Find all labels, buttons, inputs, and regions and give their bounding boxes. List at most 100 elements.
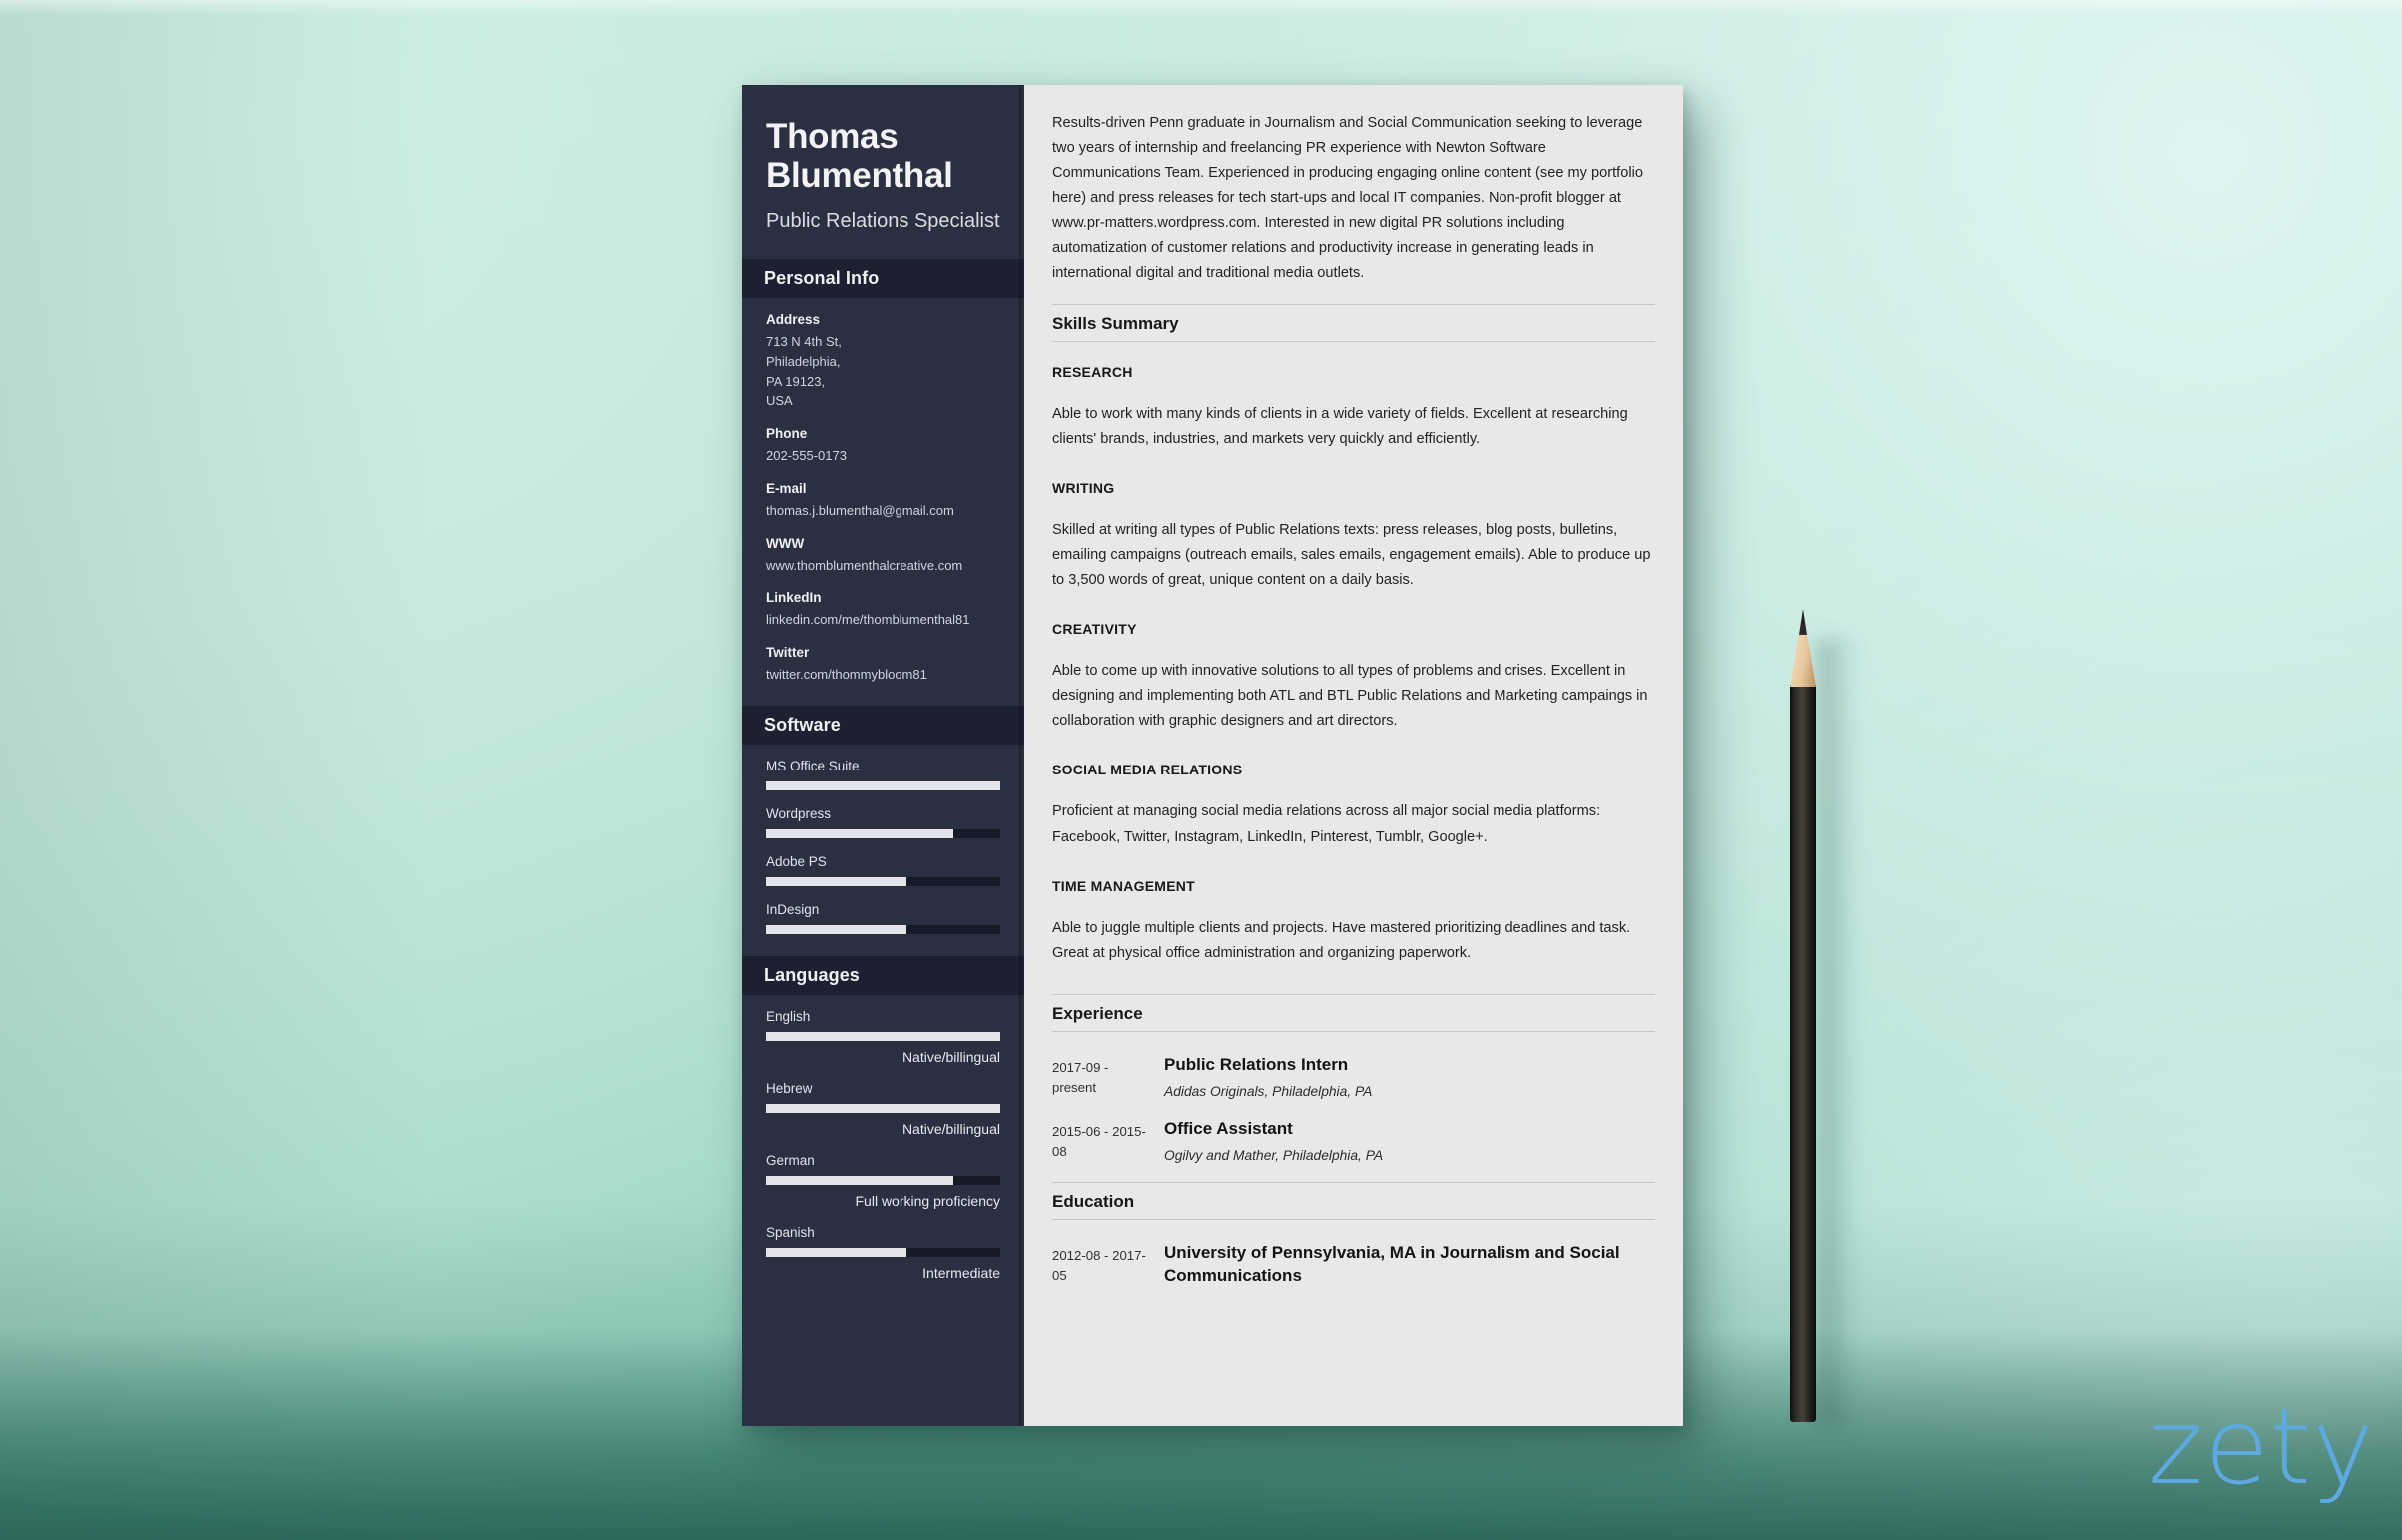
- pencil-lead: [1799, 609, 1807, 635]
- language-item-label: Hebrew: [766, 1080, 813, 1096]
- language-item-bar-fill: [766, 1103, 1000, 1113]
- skills-list: RESEARCH Able to work with many kinds of …: [1052, 364, 1655, 966]
- language-item-level: Native/billingual: [901, 1048, 1000, 1065]
- experience-entry: 2017-09 - present Public Relations Intern…: [1052, 1054, 1655, 1102]
- section-header-personal-info: Personal Info: [742, 259, 1024, 299]
- experience-entry-body: Office Assistant Ogilvy and Mather, Phila…: [1164, 1118, 1655, 1166]
- resume-sidebar: Thomas Blumenthal Public Relations Speci…: [742, 85, 1024, 1426]
- personal-info-value: thomas.j.blumenthal@gmail.com: [766, 501, 1000, 521]
- personal-info-value: 713 N 4th St, Philadelphia, PA 19123, USA: [766, 332, 1000, 411]
- software-item-label: Adobe PS: [766, 853, 827, 869]
- skill-name: RESEARCH: [1052, 363, 1133, 380]
- language-item-label: English: [766, 1008, 811, 1024]
- software-item-label: Wordpress: [766, 805, 832, 821]
- personal-info-field: Phone 202-555-0173: [766, 426, 1000, 466]
- skill-description: Able to come up with innovative solution…: [1052, 663, 1648, 730]
- personal-info-field: Address 713 N 4th St, Philadelphia, PA 1912…: [766, 312, 1000, 411]
- experience-entry: 2015-06 - 2015-08 Office Assistant Ogilvy …: [1052, 1118, 1655, 1166]
- skill-name: CREATIVITY: [1052, 621, 1137, 638]
- software-item-label: InDesign: [766, 901, 820, 917]
- language-item-bar-track: [766, 1175, 1000, 1185]
- resume-main-column: Results-driven Penn graduate in Journali…: [1024, 85, 1683, 1426]
- sidebar-header: Thomas Blumenthal Public Relations Speci…: [742, 85, 1024, 259]
- software-item-bar-track: [766, 924, 1000, 934]
- experience-entry-date: 2015-06 - 2015-08: [1052, 1123, 1146, 1160]
- language-item-bar-track: [766, 1247, 1000, 1257]
- personal-info-label: LinkedIn: [766, 590, 822, 606]
- software-item: Wordpress: [766, 806, 1000, 838]
- language-item-bar-fill: [766, 1175, 953, 1185]
- personal-info-value-line: 202-555-0173: [766, 448, 847, 464]
- education-list: 2012-08 - 2017-05 University of Pennsylva…: [1052, 1242, 1655, 1292]
- candidate-job-title: Public Relations Specialist: [766, 210, 1000, 233]
- section-title-experience: Experience: [1052, 993, 1655, 1032]
- languages-body: English Native/billingual Hebrew Native/bil…: [742, 995, 1024, 1302]
- language-item: German Full working proficiency: [766, 1153, 1000, 1209]
- experience-entry-organization: Ogilvy and Mather, Philadelphia, PA: [1164, 1147, 1384, 1163]
- software-item-bar-fill: [766, 828, 953, 838]
- experience-entry-title: Public Relations Intern: [1164, 1054, 1349, 1074]
- personal-info-field: LinkedIn linkedin.com/me/thomblumenthal81: [766, 590, 1000, 630]
- personal-info-body: Address 713 N 4th St, Philadelphia, PA 1912…: [742, 298, 1024, 706]
- experience-entry-title: Office Assistant: [1164, 1118, 1293, 1138]
- language-item-bar-track: [766, 1031, 1000, 1041]
- personal-info-value: 202-555-0173: [766, 446, 1000, 466]
- personal-info-label: WWW: [766, 535, 805, 551]
- language-item-label: German: [766, 1152, 815, 1168]
- personal-info-value-line: USA: [766, 393, 793, 409]
- language-item: Hebrew Native/billingual: [766, 1081, 1000, 1137]
- software-item-bar-fill: [766, 924, 906, 934]
- language-item-bar-fill: [766, 1247, 906, 1257]
- personal-info-value-line: thomas.j.blumenthal@gmail.com: [766, 502, 954, 518]
- skill-name: TIME MANAGEMENT: [1052, 877, 1195, 894]
- experience-entry-organization: Adidas Originals, Philadelphia, PA: [1164, 1083, 1373, 1099]
- pencil-body: [1790, 685, 1816, 1422]
- section-header-languages: Languages: [742, 955, 1024, 995]
- experience-entry-date: 2017-09 - present: [1052, 1059, 1109, 1096]
- resume-document: Thomas Blumenthal Public Relations Speci…: [742, 85, 1683, 1426]
- software-item: Adobe PS: [766, 854, 1000, 886]
- personal-info-field: E-mail thomas.j.blumenthal@gmail.com: [766, 481, 1000, 521]
- personal-info-value-line: www.thomblumenthalcreative.com: [766, 557, 963, 573]
- language-item-bar-track: [766, 1103, 1000, 1113]
- language-item: Spanish Intermediate: [766, 1225, 1000, 1281]
- personal-info-label: Address: [766, 312, 821, 328]
- education-entry: 2012-08 - 2017-05 University of Pennsylva…: [1052, 1242, 1655, 1292]
- personal-info-label: Phone: [766, 426, 808, 442]
- experience-entry-body: Public Relations Intern Adidas Originals,…: [1164, 1054, 1655, 1102]
- skill-name: WRITING: [1052, 479, 1115, 496]
- experience-list: 2017-09 - present Public Relations Intern…: [1052, 1054, 1655, 1166]
- education-entry-body: University of Pennsylvania, MA in Journa…: [1164, 1242, 1655, 1292]
- personal-info-label: E-mail: [766, 480, 807, 496]
- section-header-software: Software: [742, 705, 1024, 745]
- software-item-bar-track: [766, 780, 1000, 790]
- skill-description: Skilled at writing all types of Public R…: [1052, 521, 1651, 589]
- personal-info-value: www.thomblumenthalcreative.com: [766, 556, 1000, 576]
- education-entry-date: 2012-08 - 2017-05: [1052, 1247, 1146, 1283]
- professional-summary: Results-driven Penn graduate in Journali…: [1052, 115, 1643, 281]
- software-item-label: MS Office Suite: [766, 758, 860, 773]
- section-title-skills-summary: Skills Summary: [1052, 303, 1655, 342]
- software-item-bar-track: [766, 876, 1000, 886]
- education-entry-title: University of Pennsylvania, MA in Journa…: [1164, 1242, 1620, 1284]
- personal-info-field: Twitter twitter.com/thommybloom81: [766, 645, 1000, 685]
- personal-info-value-line: Philadelphia,: [766, 353, 841, 369]
- personal-info-value: twitter.com/thommybloom81: [766, 665, 1000, 685]
- background-top-highlight: [0, 0, 2402, 16]
- personal-info-value-line: twitter.com/thommybloom81: [766, 667, 927, 683]
- software-item: MS Office Suite: [766, 759, 1000, 790]
- candidate-name: Thomas Blumenthal: [766, 117, 953, 196]
- personal-info-value: linkedin.com/me/thomblumenthal81: [766, 610, 1000, 630]
- personal-info-value-line: PA 19123,: [766, 373, 826, 389]
- language-item-bar-fill: [766, 1031, 1000, 1041]
- pencil-shadow: [1817, 639, 1857, 1427]
- language-item-level: Full working proficiency: [855, 1192, 1001, 1209]
- skill-description: Able to juggle multiple clients and proj…: [1052, 919, 1631, 961]
- language-item-level: Native/billingual: [901, 1120, 1000, 1137]
- personal-info-value-line: 713 N 4th St,: [766, 334, 842, 350]
- zety-watermark-logo: zety: [2148, 1386, 2376, 1508]
- software-item: InDesign: [766, 902, 1000, 934]
- personal-info-value-line: linkedin.com/me/thomblumenthal81: [766, 612, 970, 628]
- language-item-level: Intermediate: [922, 1264, 1000, 1281]
- language-item: English Native/billingual: [766, 1009, 1000, 1065]
